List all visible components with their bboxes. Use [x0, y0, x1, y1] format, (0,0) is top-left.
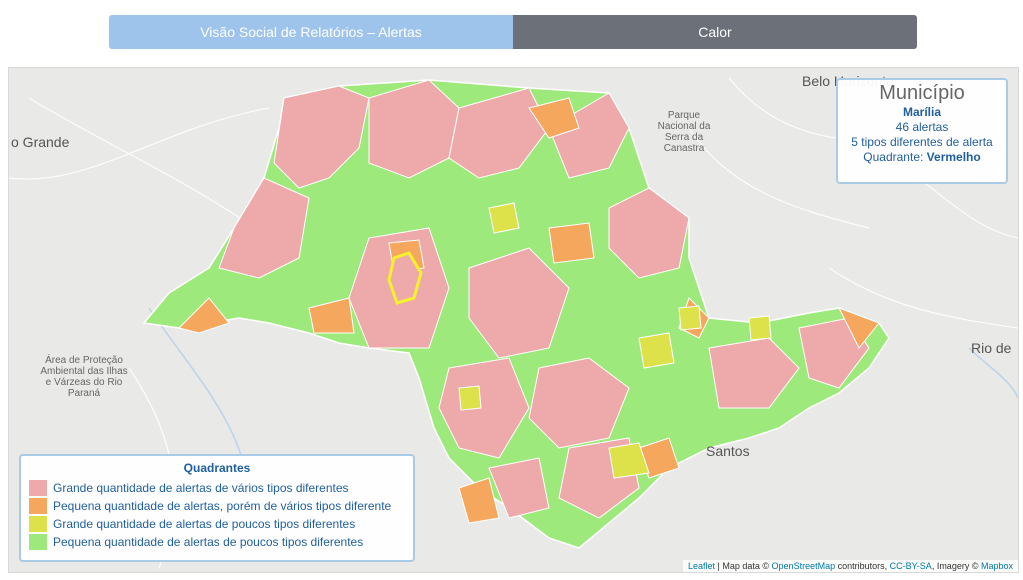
map-attribution: Leaflet | Map data © OpenStreetMap contr…	[683, 560, 1018, 572]
info-alerts: 46 alertas	[895, 120, 949, 134]
legend-item: Grande quantidade de alertas de vários t…	[21, 479, 413, 497]
label-santos: Santos	[706, 443, 750, 459]
legend-item: Pequena quantidade de alertas, porém de …	[21, 497, 413, 515]
tab-alertas[interactable]: Visão Social de Relatórios – Alertas	[109, 15, 513, 49]
municipality-info-panel: Município Marília 46 alertas 5 tipos dif…	[836, 78, 1008, 184]
legend-swatch	[29, 516, 47, 532]
label-area-protecao: Área de Proteção Ambiental das Ilhas e V…	[40, 355, 128, 399]
license-link[interactable]: CC-BY-SA	[890, 561, 932, 571]
label-rio: Rio de	[971, 340, 1012, 356]
legend-swatch	[29, 480, 47, 496]
legend-label: Pequena quantidade de alertas de poucos …	[53, 535, 364, 549]
legend-item: Pequena quantidade de alertas de poucos …	[21, 533, 413, 551]
legend-swatch	[29, 498, 47, 514]
info-quadrant: Quadrante: Vermelho	[838, 150, 1006, 165]
info-quadrant-value: Vermelho	[926, 150, 981, 164]
info-title: Município	[879, 82, 965, 104]
tab-calor[interactable]: Calor	[513, 15, 917, 49]
attr-text: contributors,	[835, 561, 890, 571]
attr-text: , Imagery ©	[931, 561, 981, 571]
legend-label: Grande quantidade de alertas de poucos t…	[53, 517, 356, 531]
info-types: 5 tipos diferentes de alerta	[851, 135, 993, 149]
mapbox-link[interactable]: Mapbox	[981, 561, 1013, 571]
view-tabs: Visão Social de Relatórios – Alertas Cal…	[109, 15, 917, 49]
label-parque: Parque Nacional da Serra da Canastra	[657, 110, 711, 154]
info-quadrant-label: Quadrante:	[863, 150, 924, 164]
leaflet-link[interactable]: Leaflet	[688, 561, 715, 571]
map-view[interactable]: Belo Horizonte o Grande Parque Nacional …	[8, 67, 1019, 573]
osm-link[interactable]: OpenStreetMap	[772, 561, 836, 571]
attr-text: | Map data ©	[715, 561, 772, 571]
label-campo-grande: o Grande	[11, 134, 70, 150]
legend-title: Quadrantes	[183, 461, 251, 475]
legend-item: Grande quantidade de alertas de poucos t…	[21, 515, 413, 533]
quadrant-legend: Quadrantes Grande quantidade de alertas …	[19, 454, 415, 562]
info-city: Marília	[902, 105, 941, 119]
legend-label: Grande quantidade de alertas de vários t…	[53, 481, 349, 495]
legend-label: Pequena quantidade de alertas, porém de …	[53, 499, 392, 513]
legend-swatch	[29, 534, 47, 550]
